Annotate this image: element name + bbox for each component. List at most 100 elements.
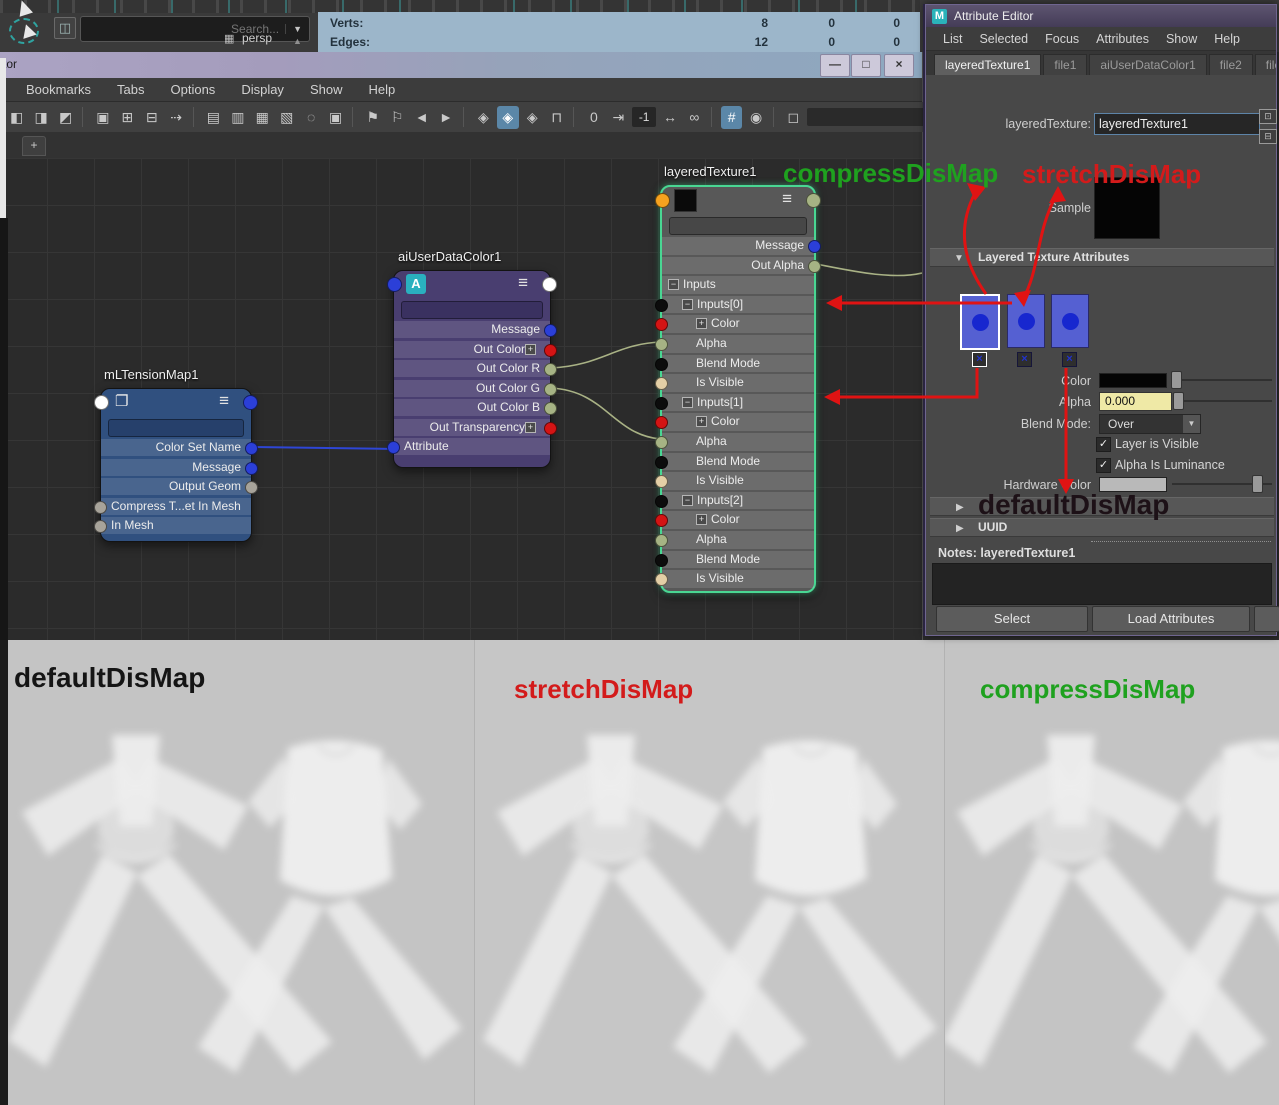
add-selected-icon[interactable]: ⊞ [117, 106, 138, 129]
pin-icon[interactable]: ▣ [325, 106, 346, 129]
grid-attract-icon[interactable]: ◉ [745, 106, 766, 129]
node-rename-field[interactable] [669, 217, 807, 235]
layer-delete-checkbox-3[interactable]: × [1062, 352, 1077, 367]
port-dot[interactable] [655, 357, 668, 371]
alpha-slider-handle[interactable] [1173, 392, 1184, 410]
layer-delete-checkbox-2[interactable]: × [1017, 352, 1032, 367]
menu-show[interactable]: Show [310, 82, 343, 97]
menu-attributes[interactable]: Attributes [1096, 32, 1149, 46]
bookmark-prev-icon[interactable]: ◄ [411, 106, 432, 129]
node-row[interactable]: Message [394, 321, 557, 339]
tab-aiuserdatacolor1[interactable]: aiUserDataColor1 [1089, 54, 1207, 75]
texture-swatch[interactable] [674, 189, 697, 212]
select-tool-icon[interactable] [15, 0, 33, 17]
hardware-color-slider-handle[interactable] [1252, 475, 1263, 493]
remove-selected-icon[interactable]: ⊟ [141, 106, 162, 129]
port-dot[interactable] [544, 343, 557, 357]
alpha-slider-track[interactable] [1178, 400, 1272, 402]
port-dot[interactable] [94, 395, 109, 410]
port-dot[interactable] [655, 534, 668, 547]
notes-area[interactable] [932, 563, 1272, 605]
node-row[interactable]: + Color [655, 315, 814, 333]
node-tension-header[interactable]: ❐ ≡ [94, 389, 258, 415]
node-row[interactable]: Is Visible [655, 570, 814, 588]
alpha-field[interactable]: 0.000 [1099, 392, 1172, 411]
menu-focus[interactable]: Focus [1045, 32, 1079, 46]
add-tab-button[interactable]: + [22, 136, 46, 156]
port-dot[interactable] [655, 396, 668, 410]
color-slider-track[interactable] [1176, 379, 1272, 381]
node-aiuserdata[interactable]: A ≡ Message Out Color + Out Color R Out C… [387, 270, 557, 468]
collapse-icon[interactable]: − [682, 298, 693, 310]
tab-layeredtexture1[interactable]: layeredTexture1 [934, 54, 1042, 75]
port-dot[interactable] [655, 455, 668, 469]
menu-list[interactable]: List [943, 32, 962, 46]
node-name-input[interactable] [1094, 113, 1260, 135]
menu-help[interactable]: Help [368, 82, 395, 97]
collapse-icon[interactable]: − [668, 279, 679, 291]
node-row[interactable]: − Inputs[0] [655, 295, 814, 314]
layout-rows-icon[interactable]: ▤ [203, 106, 224, 129]
node-row[interactable]: + Color [655, 413, 814, 431]
port-dot[interactable] [544, 382, 557, 396]
node-row[interactable]: Attribute [387, 438, 550, 456]
layout-grid-icon[interactable]: ▦ [252, 106, 273, 129]
node-row[interactable]: Blend Mode [655, 550, 814, 569]
lock-icon[interactable]: ⊓ [546, 106, 567, 129]
menu-tabs[interactable]: Tabs [117, 82, 144, 97]
load-attributes-button[interactable]: Load Attributes [1092, 606, 1250, 632]
burger-icon[interactable]: ≡ [518, 273, 528, 293]
port-dot[interactable] [655, 377, 668, 391]
node-row[interactable]: Out Transparency + [394, 418, 557, 436]
bookmark-next-icon[interactable]: ► [435, 106, 456, 129]
port-dot[interactable] [655, 553, 668, 567]
node-row[interactable]: Is Visible [655, 374, 814, 392]
node-editor-titlebar[interactable]: tor — □ × [0, 52, 922, 78]
port-dot[interactable] [655, 193, 670, 208]
node-rename-field[interactable] [401, 301, 543, 319]
copy-tab-button[interactable] [1254, 606, 1279, 632]
node-row[interactable]: Blend Mode [655, 452, 814, 471]
search-box[interactable]: ▼ [80, 16, 310, 42]
port-dot[interactable] [94, 500, 107, 514]
node-row[interactable]: Alpha [655, 433, 814, 451]
menu-bookmarks[interactable]: Bookmarks [26, 82, 91, 97]
node-layeredtexture-header[interactable]: ≡ [655, 187, 821, 213]
port-dot[interactable] [243, 395, 258, 410]
swatch-simple-icon[interactable]: ◈ [473, 106, 494, 129]
menu-display[interactable]: Display [241, 82, 284, 97]
node-tension[interactable]: ❐ ≡ Color Set Name Message Output Geom C… [94, 388, 258, 542]
bookmark-edit-icon[interactable]: ⚐ [387, 106, 408, 129]
node-row[interactable]: Out Color + [394, 340, 557, 358]
node-row[interactable]: Message [662, 237, 821, 255]
node-row[interactable]: − Inputs[1] [655, 393, 814, 412]
graph-flow-icon[interactable]: ⇢ [165, 106, 186, 129]
expand-icon[interactable]: + [696, 318, 707, 330]
swatch-custom-icon[interactable]: ◈ [522, 106, 543, 129]
node-row[interactable]: Blend Mode [655, 354, 814, 373]
persp-label[interactable]: persp [242, 31, 272, 45]
port-dot[interactable] [655, 573, 668, 587]
blend-mode-dropdown[interactable]: Over ▼ [1099, 414, 1201, 434]
node-row[interactable]: Out Color B [394, 399, 557, 417]
section-layered-texture-attributes[interactable]: ▼ Layered Texture Attributes [930, 248, 1274, 267]
input-connections-icon[interactable]: ◨ [30, 106, 51, 129]
port-dot[interactable] [655, 514, 668, 528]
port-dot[interactable] [806, 193, 821, 208]
layer-delete-checkbox-1[interactable]: × [972, 352, 987, 367]
collapse-icon[interactable]: − [682, 396, 693, 408]
collapse-arrows-icon[interactable]: ⇥ [608, 106, 629, 129]
zero-icon[interactable]: 0 [583, 106, 604, 129]
infinity-icon[interactable]: ∞ [684, 106, 705, 129]
search-dropdown-icon[interactable]: ▼ [285, 24, 309, 34]
grid-snap-icon[interactable]: # [720, 105, 743, 129]
node-row[interactable]: Alpha [655, 335, 814, 353]
port-dot[interactable] [655, 436, 668, 450]
node-row[interactable]: Out Color R [394, 360, 557, 378]
color-slider-handle[interactable] [1171, 371, 1182, 389]
node-row[interactable]: − Inputs [662, 276, 814, 294]
expand-icon[interactable]: + [525, 421, 536, 433]
port-dot[interactable] [542, 277, 557, 292]
panel-icon[interactable]: ◫ [54, 17, 76, 39]
input-output-connections-icon[interactable]: ◧ [6, 106, 27, 129]
